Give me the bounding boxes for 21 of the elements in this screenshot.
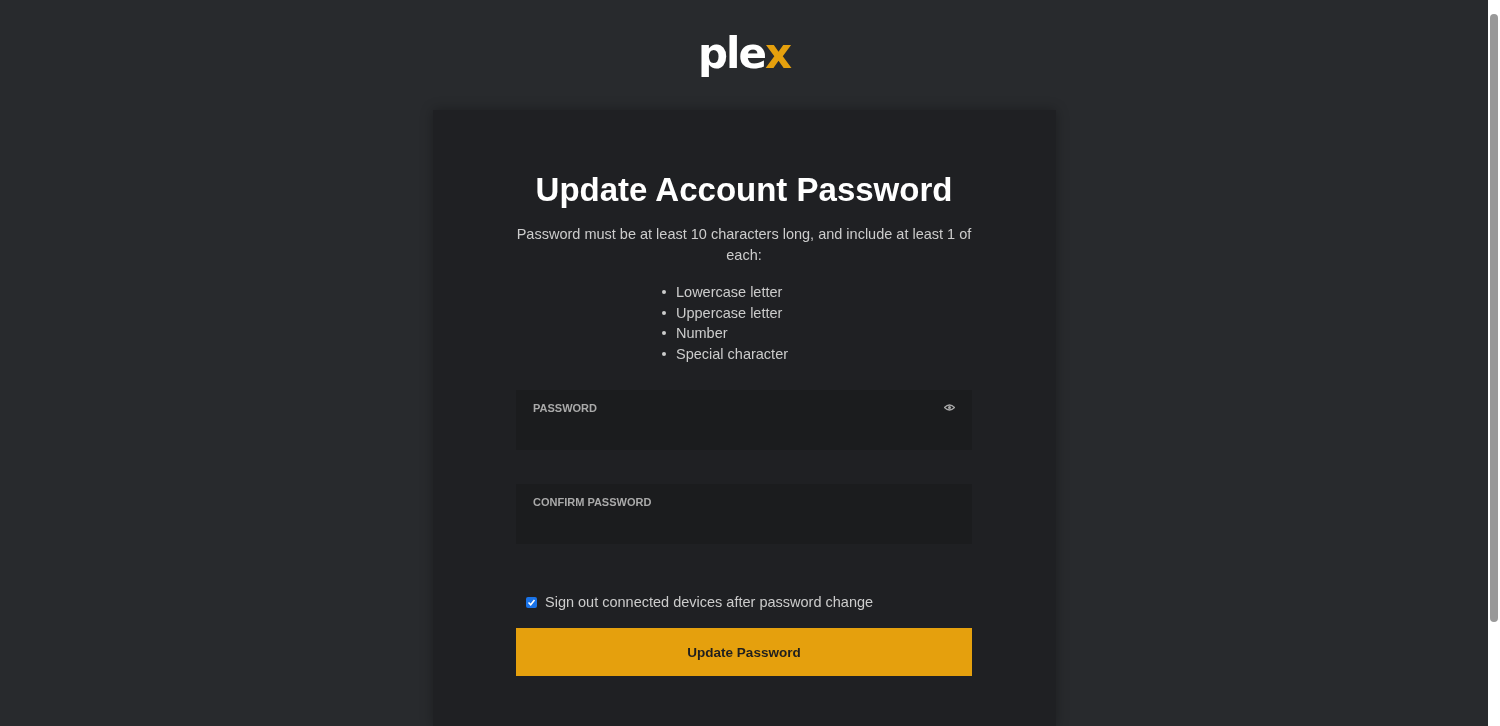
requirement-item: Special character bbox=[676, 344, 789, 364]
eye-icon[interactable] bbox=[944, 404, 955, 411]
bullet-icon bbox=[662, 290, 666, 295]
scrollbar-thumb[interactable] bbox=[1490, 14, 1498, 622]
password-field[interactable]: CONFIRM PASSWORD bbox=[516, 484, 972, 544]
bullet-icon bbox=[662, 331, 666, 336]
field-label: CONFIRM PASSWORD bbox=[533, 496, 652, 508]
checkbox[interactable] bbox=[526, 596, 537, 608]
requirement-item: Number bbox=[676, 324, 728, 343]
bullet-icon bbox=[662, 351, 666, 356]
checkbox-label: Sign out connected devices after password change bbox=[545, 594, 874, 610]
field-label: PASSWORD bbox=[533, 402, 597, 414]
requirement-item: Lowercase letter bbox=[676, 283, 783, 302]
bullet-icon bbox=[662, 310, 666, 315]
password-field[interactable]: PASSWORD bbox=[516, 390, 972, 450]
update-password-button[interactable]: Update Password bbox=[516, 628, 972, 676]
password-rules-text: Password must be at least 10 characters long, and include at least 1 of each: bbox=[515, 225, 973, 265]
plex-logo: plex bbox=[697, 30, 790, 78]
requirement-item: Uppercase letter bbox=[676, 303, 783, 323]
page-title: Update Account Password bbox=[535, 170, 953, 210]
scrollbar[interactable] bbox=[1488, 0, 1500, 726]
